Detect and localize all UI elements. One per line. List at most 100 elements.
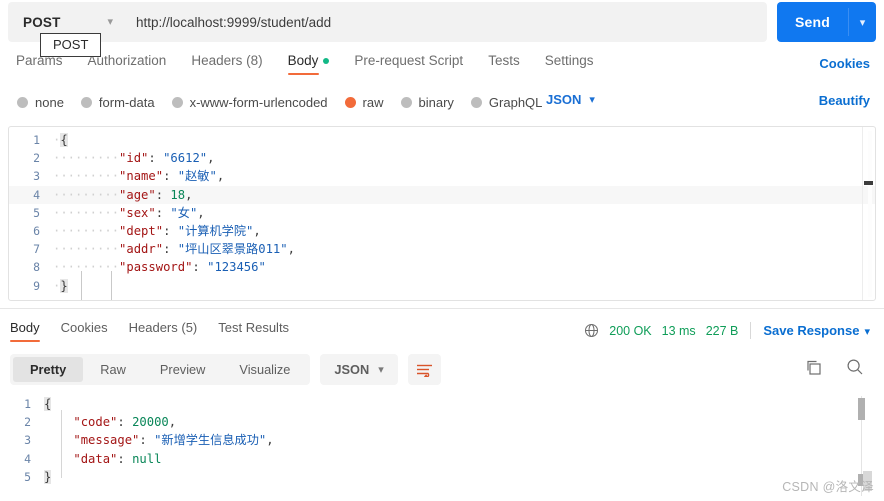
json-key: "sex" [119,205,156,220]
beautify-button[interactable]: Beautify [819,93,870,108]
body-type-binary[interactable]: binary [400,95,454,110]
whitespace-dots: ········· [53,242,120,257]
json-key: "dept" [119,223,164,238]
body-type-form-data[interactable]: form-data [80,95,155,110]
comma-token: , [253,223,261,238]
json-key: "data" [73,451,118,466]
radio-icon [470,96,482,108]
comma-token: , [207,151,215,166]
code-content: ·········"password": "123456" [53,258,266,276]
body-type-label: GraphQL [488,94,543,110]
request-tabs: Params Authorization Headers (8) Body Pre-re… [16,53,593,81]
json-value: "女" [170,205,198,220]
code-content: ·········"age": 18, [53,186,192,204]
comma-token: , [216,169,225,184]
code-line: 5} [0,468,884,486]
body-type-raw[interactable]: raw [344,95,384,110]
search-button[interactable] [846,358,864,381]
copy-button[interactable] [805,359,822,381]
response-format-selector[interactable]: JSON ▾ [320,354,398,385]
save-response-label: Save Response [763,323,860,338]
request-body-editor[interactable]: 1 ·{2 ·········"id": "6612", 3 ·········"nam… [8,126,876,301]
send-button[interactable]: Send [777,2,848,42]
code-content: ·········"addr": "坪山区翠景路011", [53,240,295,258]
watermark: CSDN @洛文泽 [782,480,874,494]
tab-label: Test Results [218,320,290,335]
comma-token: , [185,187,193,202]
wrap-text-icon [416,364,432,377]
line-number: 7 [33,242,40,257]
request-tab-pre-request-script[interactable]: Pre-request Script [354,53,463,75]
line-number: 2 [24,415,31,430]
code-line: 4 ·········"age": 18, [9,185,875,204]
active-tab-underline [10,339,40,342]
response-view-visualize[interactable]: Visualize [222,357,307,382]
request-url-bar: POST ▾ http://localhost:9999/student/add… [8,2,876,42]
response-tab-cookies[interactable]: Cookies [61,320,108,342]
code-line: 9 ·} [9,277,875,295]
json-value: null [132,451,162,466]
code-content: "code": 20000, [44,413,176,431]
response-body-viewer[interactable]: 1{2 "code": 20000, 3 "message": "新增学生信息成功… [0,392,884,501]
code-content: ·{ [53,131,68,149]
request-format-label: JSON [546,92,582,107]
whitespace-dots: ········· [53,187,120,202]
postman-window: POST ▾ http://localhost:9999/student/add… [0,0,884,501]
code-content: { [44,395,52,413]
request-tab-headers-8[interactable]: Headers (8) [191,53,262,75]
code-content: ·········"name": "赵敏", [53,167,224,185]
brace-token: } [44,469,52,484]
body-type-radio-group: none form-data x-www-form-urlencoded raw bin… [17,92,542,112]
code-content: "message": "新增学生信息成功", [44,431,273,449]
request-scrollbar-thumb[interactable] [864,181,873,185]
json-value: 20000 [132,415,169,430]
request-tab-settings[interactable]: Settings [545,53,594,75]
body-type-none[interactable]: none [17,95,64,110]
request-code-area[interactable]: 1 ·{2 ·········"id": "6612", 3 ·········"nam… [9,127,875,295]
send-options-caret-icon[interactable]: ▾ [849,2,876,42]
radio-icon [400,96,412,108]
response-view-raw[interactable]: Raw [83,357,143,382]
cookies-link[interactable]: Cookies [819,56,870,71]
send-button-group: Send ▾ [777,2,876,42]
request-tab-body[interactable]: Body [287,53,330,75]
globe-icon [585,323,599,338]
code-line: 8 ·········"password": "123456" [9,258,875,276]
request-scrollbar-track[interactable] [868,131,872,297]
code-content: ·} [53,277,68,295]
response-view-preview[interactable]: Preview [143,357,223,382]
request-format-selector[interactable]: JSON ▾ [546,92,595,107]
request-tab-tests[interactable]: Tests [488,53,520,75]
status-code: 200 OK [609,323,652,338]
json-key: "password" [119,260,193,275]
wrap-text-button[interactable] [407,354,441,385]
body-modified-dot-icon [323,58,330,65]
body-type-GraphQL[interactable]: GraphQL [470,94,543,110]
search-icon [847,359,863,375]
response-view-toolbar: Pretty Raw Preview Visualize JSON ▾ [10,354,441,385]
code-line: 1 ·{ [9,131,875,149]
response-scrollbar-thumb[interactable] [858,398,865,420]
response-view-pretty[interactable]: Pretty [13,357,84,382]
json-value: 18 [170,187,186,202]
tab-label: Cookies [60,320,108,335]
response-tab-headers-5[interactable]: Headers (5) [129,320,198,342]
response-size: 227 B [705,323,739,338]
json-key: "id" [119,151,149,166]
line-number: 4 [33,187,40,202]
code-line: 3 "message": "新增学生信息成功", [0,431,884,449]
url-input[interactable]: http://localhost:9999/student/add [124,2,767,42]
active-tab-underline [287,72,320,75]
url-text: http://localhost:9999/student/add [136,14,332,30]
response-tab-test-results[interactable]: Test Results [218,320,289,342]
line-number: 8 [33,260,40,275]
json-key: "name" [119,169,164,184]
colon-token: : [117,415,133,430]
response-tab-body[interactable]: Body [10,320,40,342]
response-code-area: 1{2 "code": 20000, 3 "message": "新增学生信息成功… [0,392,884,486]
radio-icon [80,96,92,108]
save-response-button[interactable]: Save Response ▾ [763,323,870,338]
whitespace-dots: ········· [53,169,120,184]
body-type-x-www-form-urlencoded[interactable]: x-www-form-urlencoded [171,95,328,110]
